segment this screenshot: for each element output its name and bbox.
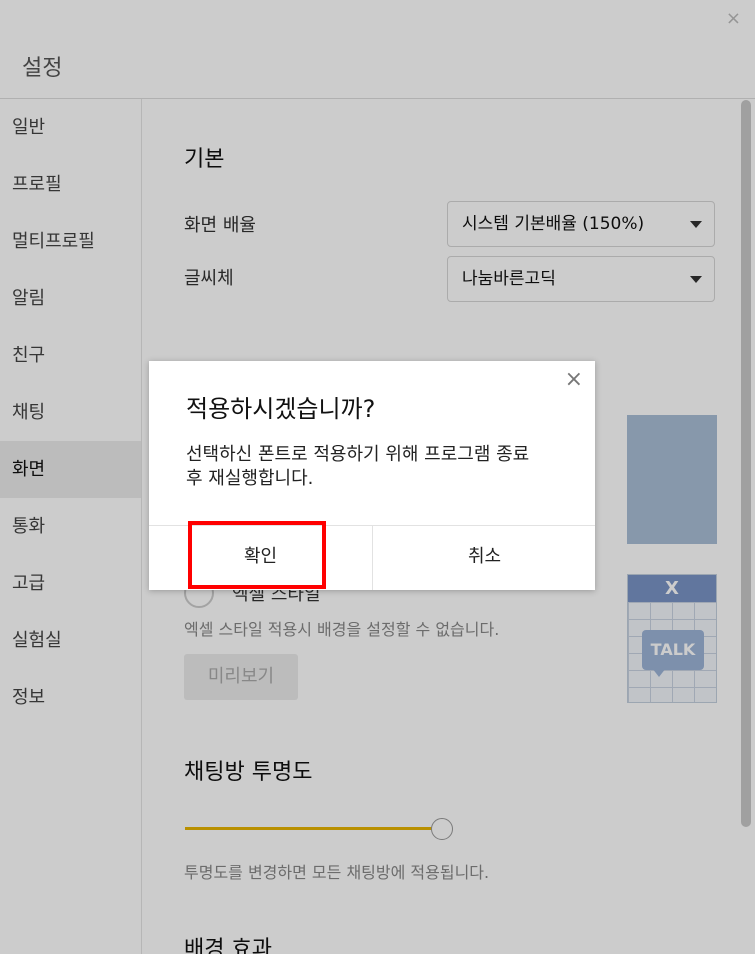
dialog-title: 적용하시겠습니까? bbox=[186, 395, 376, 423]
cancel-button[interactable]: 취소 bbox=[373, 526, 596, 590]
highlight-annotation bbox=[188, 521, 326, 589]
dialog-message: 선택하신 폰트로 적용하기 위해 프로그램 종료 후 재실행합니다. bbox=[186, 444, 530, 489]
close-icon[interactable]: × bbox=[565, 367, 583, 392]
